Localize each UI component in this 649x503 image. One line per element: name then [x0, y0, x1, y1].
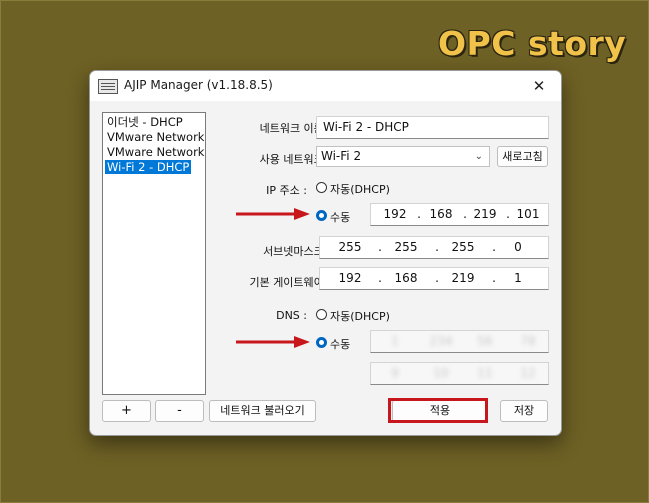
title-bar: AJIP Manager (v1.18.8.5) ✕ — [90, 71, 561, 101]
ip-octet-1: 192 — [383, 207, 407, 221]
chevron-down-icon: ⌄ — [474, 151, 483, 162]
dns-manual-radio[interactable] — [316, 337, 327, 348]
dns1-octet-3: 56 — [477, 334, 493, 348]
refresh-button[interactable]: 새로고침 — [497, 146, 548, 167]
use-network-value: Wi-Fi 2 — [321, 149, 362, 163]
network-listbox[interactable]: 이더넷 - DHCP VMware Network VMware Network… — [102, 112, 206, 395]
ip-octet-3: 219 — [473, 207, 497, 221]
dns-auto-label: 자동(DHCP) — [330, 310, 390, 323]
subnet-dot: . — [435, 240, 439, 254]
annotation-arrow-dns — [236, 336, 310, 348]
save-button[interactable]: 저장 — [500, 400, 548, 422]
list-item-ethernet[interactable]: 이더넷 - DHCP — [105, 115, 185, 129]
subnet-dot: . — [378, 240, 382, 254]
gateway-octet-2: 168 — [394, 271, 418, 285]
window-title: AJIP Manager (v1.18.8.5) — [124, 78, 273, 92]
use-network-select[interactable]: Wi-Fi 2 ⌄ — [316, 146, 490, 167]
watermark-logo: OPC story — [438, 24, 627, 63]
dns-manual-label: 수동 — [330, 338, 351, 351]
list-item-wifi-2[interactable]: Wi-Fi 2 - DHCP — [105, 160, 192, 174]
app-icon — [98, 79, 118, 94]
ip-address-input[interactable]: 192 . 168 . 219 . 101 — [370, 203, 549, 226]
ip-auto-radio[interactable] — [316, 182, 327, 193]
ip-manual-label: 수동 — [330, 211, 351, 224]
gateway-input[interactable]: 192 . 168 . 219 . 1 — [319, 267, 549, 290]
dns-primary-input[interactable]: 1 234 56 78 — [370, 330, 549, 353]
dns1-octet-4: 78 — [520, 334, 536, 348]
gateway-dot: . — [378, 271, 382, 285]
subnet-octet-2: 255 — [394, 240, 418, 254]
dns2-octet-1: 9 — [391, 366, 399, 380]
gateway-octet-4: 1 — [514, 271, 522, 285]
dns-label: DNS : — [276, 309, 307, 322]
gateway-octet-1: 192 — [338, 271, 362, 285]
gateway-octet-3: 219 — [451, 271, 475, 285]
dns-auto-radio[interactable] — [316, 309, 327, 320]
ip-auto-label: 자동(DHCP) — [330, 183, 390, 196]
subnet-dot: . — [492, 240, 496, 254]
remove-network-button[interactable]: - — [155, 400, 204, 422]
subnet-octet-3: 255 — [451, 240, 475, 254]
app-window: AJIP Manager (v1.18.8.5) ✕ 이더넷 - DHCP VM… — [89, 70, 562, 436]
load-network-button[interactable]: 네트워크 불러오기 — [209, 400, 316, 422]
ip-manual-radio[interactable] — [316, 210, 327, 221]
dns-secondary-input[interactable]: 9 10 11 12 — [370, 362, 549, 385]
dns1-octet-1: 1 — [391, 334, 399, 348]
gateway-dot: . — [435, 271, 439, 285]
dns2-octet-3: 11 — [477, 366, 493, 380]
apply-highlight-box — [388, 398, 488, 423]
dns2-octet-2: 10 — [433, 366, 449, 380]
subnet-octet-4: 0 — [514, 240, 522, 254]
ip-address-label: IP 주소 : — [266, 184, 307, 197]
ip-octet-4: 101 — [516, 207, 540, 221]
gateway-dot: . — [492, 271, 496, 285]
add-network-button[interactable]: + — [102, 400, 151, 422]
list-item-vmware-2[interactable]: VMware Network — [105, 145, 206, 159]
dns1-octet-2: 234 — [429, 334, 453, 348]
list-item-vmware-1[interactable]: VMware Network — [105, 130, 206, 144]
network-name-input[interactable]: Wi-Fi 2 - DHCP — [316, 116, 549, 139]
close-button[interactable]: ✕ — [517, 71, 561, 101]
subnet-octet-1: 255 — [338, 240, 362, 254]
subnet-mask-input[interactable]: 255 . 255 . 255 . 0 — [319, 236, 549, 259]
ip-octet-2: 168 — [429, 207, 453, 221]
annotation-arrow-ip — [236, 208, 310, 220]
dns2-octet-4: 12 — [520, 366, 536, 380]
